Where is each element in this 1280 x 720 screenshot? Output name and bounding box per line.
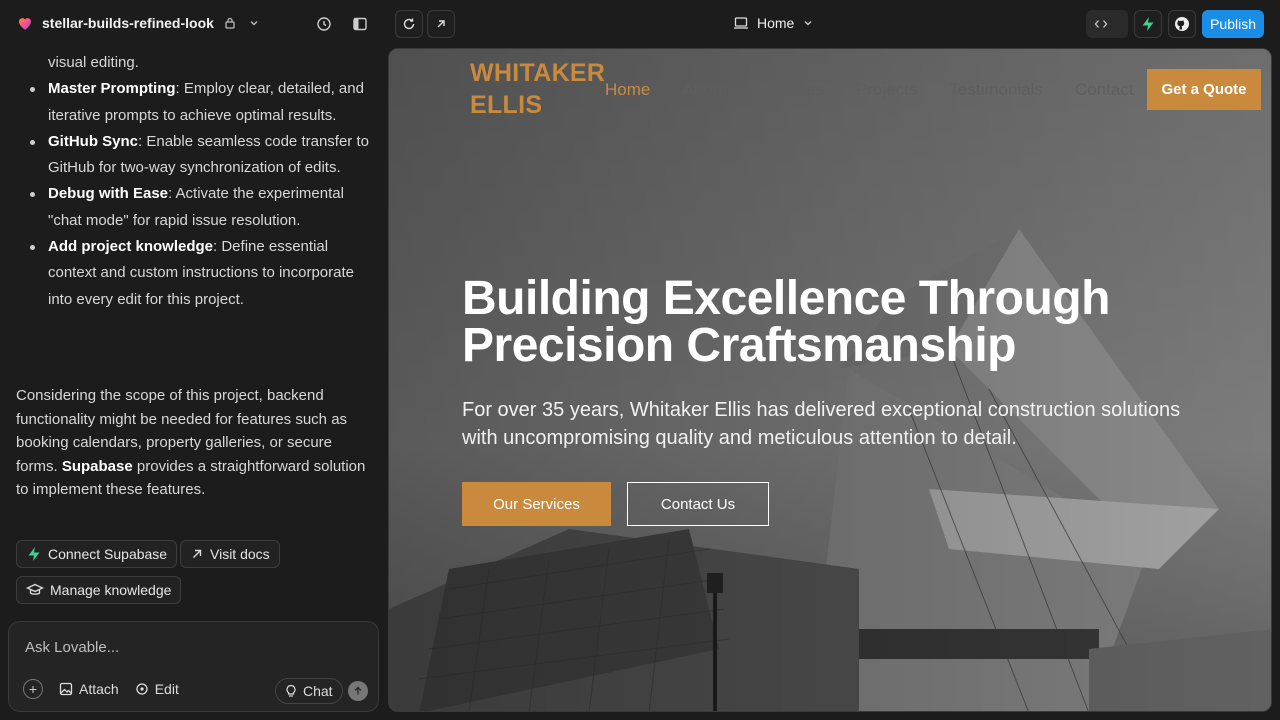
add-button[interactable]: + <box>23 679 43 699</box>
attach-button[interactable]: Attach <box>59 681 119 697</box>
our-services-button[interactable]: Our Services <box>462 482 611 526</box>
visit-docs-label: Visit docs <box>210 546 270 562</box>
target-icon <box>136 683 148 695</box>
route-selector[interactable]: Home <box>733 15 814 31</box>
chat-input-box: Ask Lovable... + Attach Edit Chat <box>8 621 379 712</box>
github-button[interactable] <box>1168 10 1197 38</box>
list-item: Add project knowledge: Define essential … <box>28 234 370 313</box>
assistant-message: Considering the scope of this project, b… <box>16 384 366 502</box>
nav-link-projects[interactable]: Projects <box>856 80 917 100</box>
list-item-title: Master Prompting <box>48 80 176 98</box>
graduation-cap-icon <box>26 583 44 595</box>
open-in-new-tab-button[interactable] <box>427 10 455 38</box>
arrow-up-right-icon <box>437 20 445 28</box>
code-view-toggle[interactable] <box>1086 10 1129 38</box>
nav-link-about[interactable]: About <box>682 80 726 100</box>
nav-link-contact[interactable]: Contact <box>1075 80 1134 100</box>
lock-icon <box>222 15 238 31</box>
site-nav-links: Home About Services Projects Testimonial… <box>605 80 1134 100</box>
nav-link-services[interactable]: Services <box>759 80 824 100</box>
publish-button[interactable]: Publish <box>1202 10 1264 38</box>
supabase-button[interactable] <box>1134 10 1163 38</box>
code-icon <box>1092 15 1110 33</box>
arrow-up-right-icon <box>193 549 202 558</box>
manage-knowledge-button[interactable]: Manage knowledge <box>16 576 182 604</box>
lovable-heart-icon <box>19 18 31 30</box>
attach-label: Attach <box>79 681 119 697</box>
edit-button[interactable]: Edit <box>135 681 179 697</box>
list-item-title: GitHub Sync <box>48 132 139 150</box>
arrow-up-icon <box>354 686 362 695</box>
list-item-text: visual editing. <box>48 54 139 71</box>
list-item: Debug with Ease: Activate the experiment… <box>28 181 370 234</box>
tips-list: visual editing. Master Prompting: Employ… <box>28 50 370 313</box>
connect-supabase-button[interactable]: Connect Supabase <box>16 540 178 568</box>
manage-knowledge-label: Manage knowledge <box>50 582 172 598</box>
connect-supabase-label: Connect Supabase <box>48 546 168 562</box>
hero-title: Building Excellence Through Precision Cr… <box>462 272 1110 372</box>
edit-label: Edit <box>154 681 179 697</box>
laptop-icon <box>734 17 748 29</box>
nav-link-testimonials[interactable]: Testimonials <box>949 80 1043 100</box>
site-logo[interactable]: WHITAKER ELLIS <box>470 57 605 121</box>
hero-subtitle: For over 35 years, Whitaker Ellis has de… <box>462 399 1181 449</box>
chat-mode-toggle[interactable]: Chat <box>275 678 343 704</box>
route-label: Home <box>757 15 795 31</box>
chat-panel: visual editing. Master Prompting: Employ… <box>0 48 388 620</box>
logo-line-2: ELLIS <box>470 91 543 119</box>
list-item-title: Add project knowledge <box>48 238 214 256</box>
history-icon[interactable] <box>316 16 332 32</box>
list-item: GitHub Sync: Enable seamless code transf… <box>28 129 370 182</box>
chevron-down-icon <box>804 21 812 26</box>
refresh-button[interactable] <box>395 10 423 38</box>
image-icon <box>59 682 73 696</box>
contact-us-button[interactable]: Contact Us <box>627 482 769 526</box>
lightbulb-icon <box>286 684 296 697</box>
chat-input[interactable]: Ask Lovable... <box>25 639 119 656</box>
project-name: stellar-builds-refined-look <box>42 15 214 31</box>
send-button[interactable] <box>348 681 368 701</box>
visit-docs-button[interactable]: Visit docs <box>180 540 280 568</box>
project-selector[interactable]: stellar-builds-refined-look <box>16 14 262 32</box>
list-item: Master Prompting: Employ clear, detailed… <box>28 76 370 129</box>
github-icon <box>1175 17 1190 31</box>
get-quote-button[interactable]: Get a Quote <box>1147 69 1261 110</box>
refresh-icon <box>403 18 415 30</box>
nav-link-home[interactable]: Home <box>605 80 650 100</box>
site-navbar: WHITAKER ELLIS Home About Services Proje… <box>389 49 1271 139</box>
logo-line-1: WHITAKER <box>470 59 606 87</box>
supabase-icon <box>28 547 40 561</box>
message-bold: Supabase <box>61 457 133 475</box>
list-item: visual editing. <box>28 50 370 76</box>
supabase-icon <box>1142 17 1154 31</box>
site-preview: WHITAKER ELLIS Home About Services Proje… <box>388 48 1272 712</box>
hero-background-image <box>389 49 1271 711</box>
chevron-down-icon <box>246 15 262 31</box>
chat-mode-label: Chat <box>303 683 333 699</box>
list-item-title: Debug with Ease <box>48 185 169 203</box>
sidebar-toggle-icon[interactable] <box>352 16 368 32</box>
top-bar: stellar-builds-refined-look Home Publish <box>0 0 1280 48</box>
